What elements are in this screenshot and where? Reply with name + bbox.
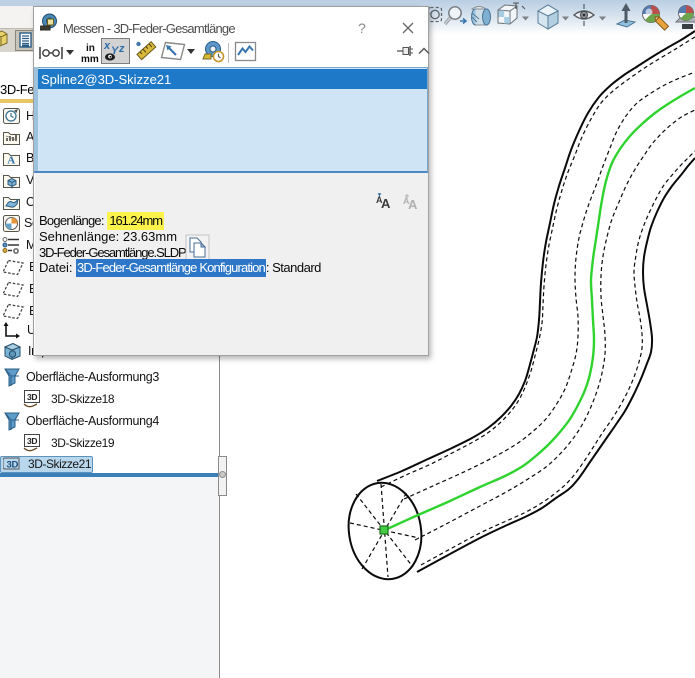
svg-text:A: A xyxy=(7,154,15,166)
svg-text:3D: 3D xyxy=(27,436,37,446)
svg-text:3D: 3D xyxy=(27,392,37,402)
svg-text:3D: 3D xyxy=(7,460,19,471)
svg-text:A: A xyxy=(381,196,391,211)
svg-text:A: A xyxy=(408,197,418,212)
svg-text:x: x xyxy=(103,40,111,52)
svg-text:z: z xyxy=(118,43,125,55)
svg-text:in: in xyxy=(86,43,95,54)
svg-text:mm: mm xyxy=(81,54,99,65)
